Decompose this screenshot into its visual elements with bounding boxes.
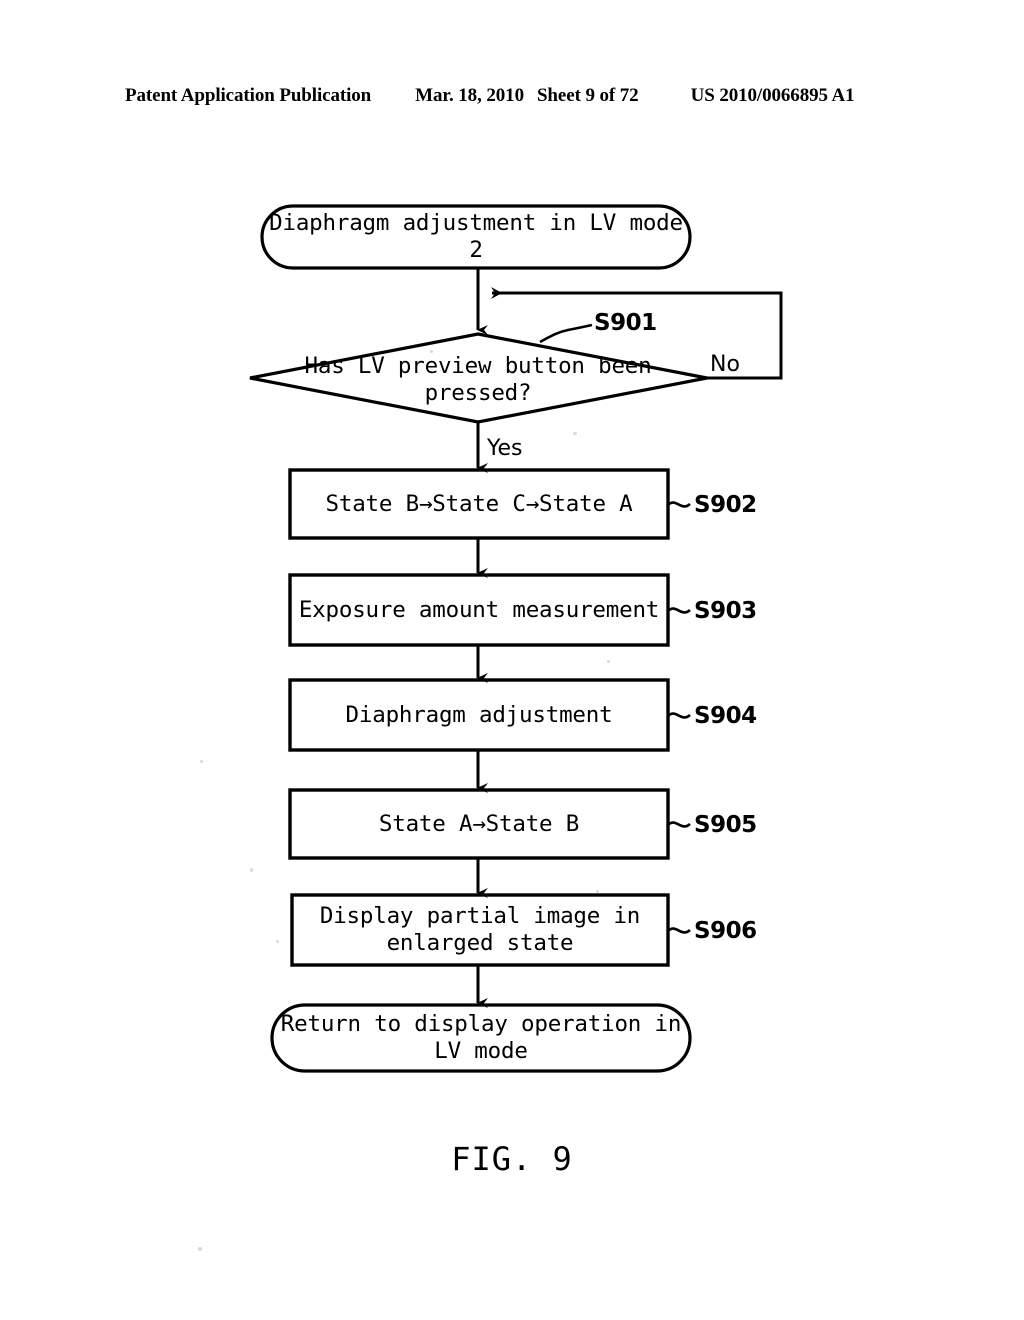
scan-speckle: [200, 760, 203, 763]
scan-speckle: [250, 868, 253, 872]
s903-box-label: Exposure amount measurement: [298, 596, 660, 623]
step-label-s906: S906: [694, 918, 757, 944]
branch-label-yes: Yes: [487, 436, 523, 461]
s902-box-label: State B→State C→State A: [325, 490, 633, 517]
branch-label-no: No: [710, 352, 740, 377]
patent-figure: Diaphragm adjustment in LV mode 2 Has LV…: [0, 0, 1024, 1320]
leader-s902: [667, 501, 691, 508]
end-terminator-label: Return to display operation in LV mode: [280, 1011, 682, 1064]
step-label-s904: S904: [694, 703, 757, 729]
start-terminator-label: Diaphragm adjustment in LV mode 2: [269, 210, 683, 263]
step-label-s905: S905: [694, 812, 757, 838]
leader-s903: [667, 607, 691, 614]
scan-speckle: [573, 432, 577, 435]
figure-caption: FIG. 9: [451, 1140, 573, 1178]
scan-speckle: [596, 890, 599, 893]
s904-box-label: Diaphragm adjustment: [345, 701, 613, 728]
scan-speckle: [198, 1247, 202, 1251]
leader-s901: [539, 323, 593, 344]
leader-s904: [667, 712, 691, 719]
scan-speckle: [276, 940, 279, 943]
s905-box-label: State A→State B: [378, 810, 580, 837]
step-label-s903: S903: [694, 598, 757, 624]
leader-s905: [667, 821, 691, 828]
s906-box-label: Display partial image in enlarged state: [319, 903, 641, 956]
step-label-s902: S902: [694, 492, 757, 518]
decision-label: Has LV preview button been pressed?: [304, 353, 652, 406]
scan-speckle: [607, 660, 610, 663]
flowchart-diagram: [249, 204, 783, 1073]
scan-speckle: [430, 350, 433, 353]
step-label-s901: S901: [594, 310, 657, 336]
leader-s906: [667, 927, 691, 934]
